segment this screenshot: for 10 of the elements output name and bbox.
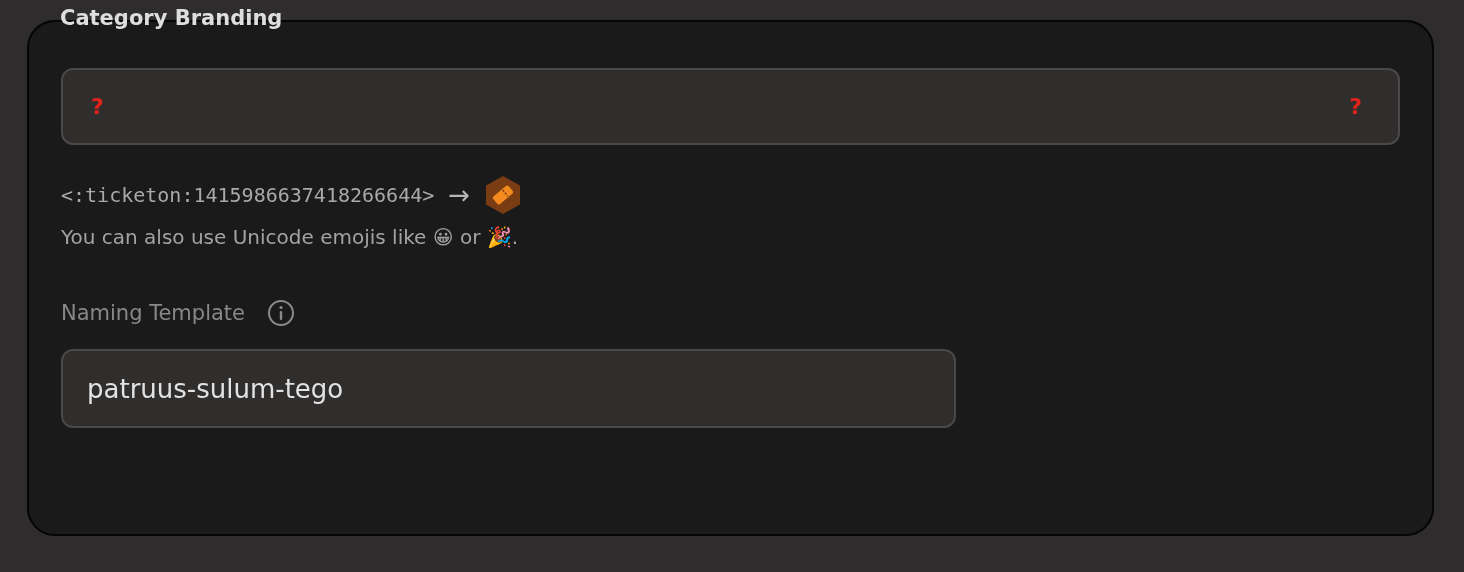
missing-emoji-icon: ? — [91, 94, 104, 119]
arrow-icon: → — [448, 180, 471, 210]
naming-template-field[interactable]: patruus-sulum-tego — [61, 349, 956, 428]
emoji-code: <:ticketon:1415986637418266644> — [61, 183, 435, 207]
emoji-hint: You can also use Unicode emojis like 😀 or 🎉. — [61, 225, 520, 249]
missing-emoji-icon: ? — [1349, 94, 1362, 119]
field-label: Naming Template — [61, 301, 245, 325]
ticket-icon — [484, 175, 523, 215]
section-title: Category Branding — [60, 6, 283, 30]
info-icon[interactable] — [267, 299, 295, 327]
